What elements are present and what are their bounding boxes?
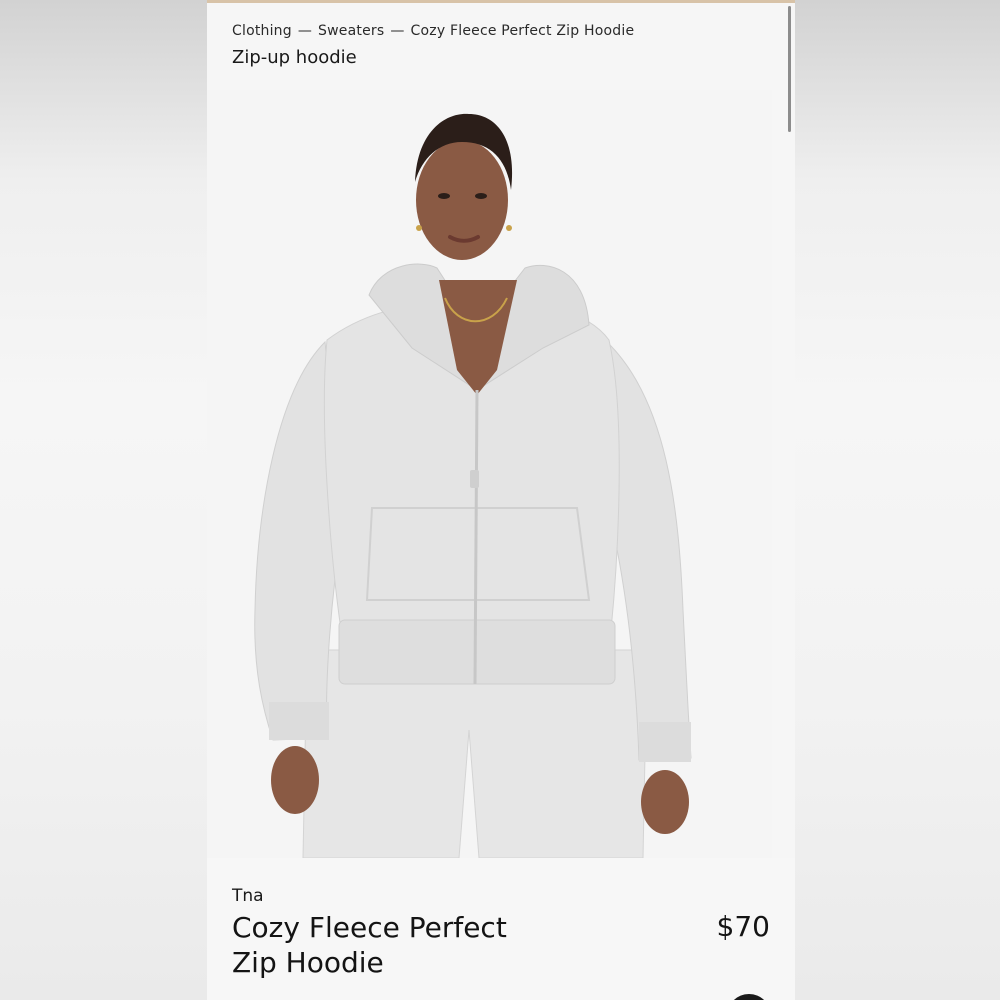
breadcrumb-sweaters[interactable]: Sweaters [318,23,384,39]
product-info-panel: Tna Cozy Fleece Perfect Zip Hoodie $70 [207,858,795,1000]
breadcrumb-clothing[interactable]: Clothing [232,23,292,39]
background-left [0,0,207,1000]
background-right [795,0,1000,1000]
product-image[interactable] [207,90,772,858]
breadcrumb-product[interactable]: Cozy Fleece Perfect Zip Hoodie [411,23,635,39]
category-title: Zip-up hoodie [232,47,357,68]
product-name: Cozy Fleece Perfect Zip Hoodie [232,911,507,979]
scrollbar[interactable] [788,6,791,132]
breadcrumb: Clothing — Sweaters — Cozy Fleece Perfect Zi… [232,23,634,39]
brand-name[interactable]: Tna [232,886,264,906]
product-page: Clothing — Sweaters — Cozy Fleece Perfect Zi… [207,0,795,1000]
floating-action-button[interactable] [727,994,771,1000]
breadcrumb-separator: — [390,23,405,39]
product-price: $70 [716,910,770,943]
hoodie-photo-illustration [207,90,772,858]
breadcrumb-separator: — [297,23,313,39]
top-accent-bar [207,0,795,3]
